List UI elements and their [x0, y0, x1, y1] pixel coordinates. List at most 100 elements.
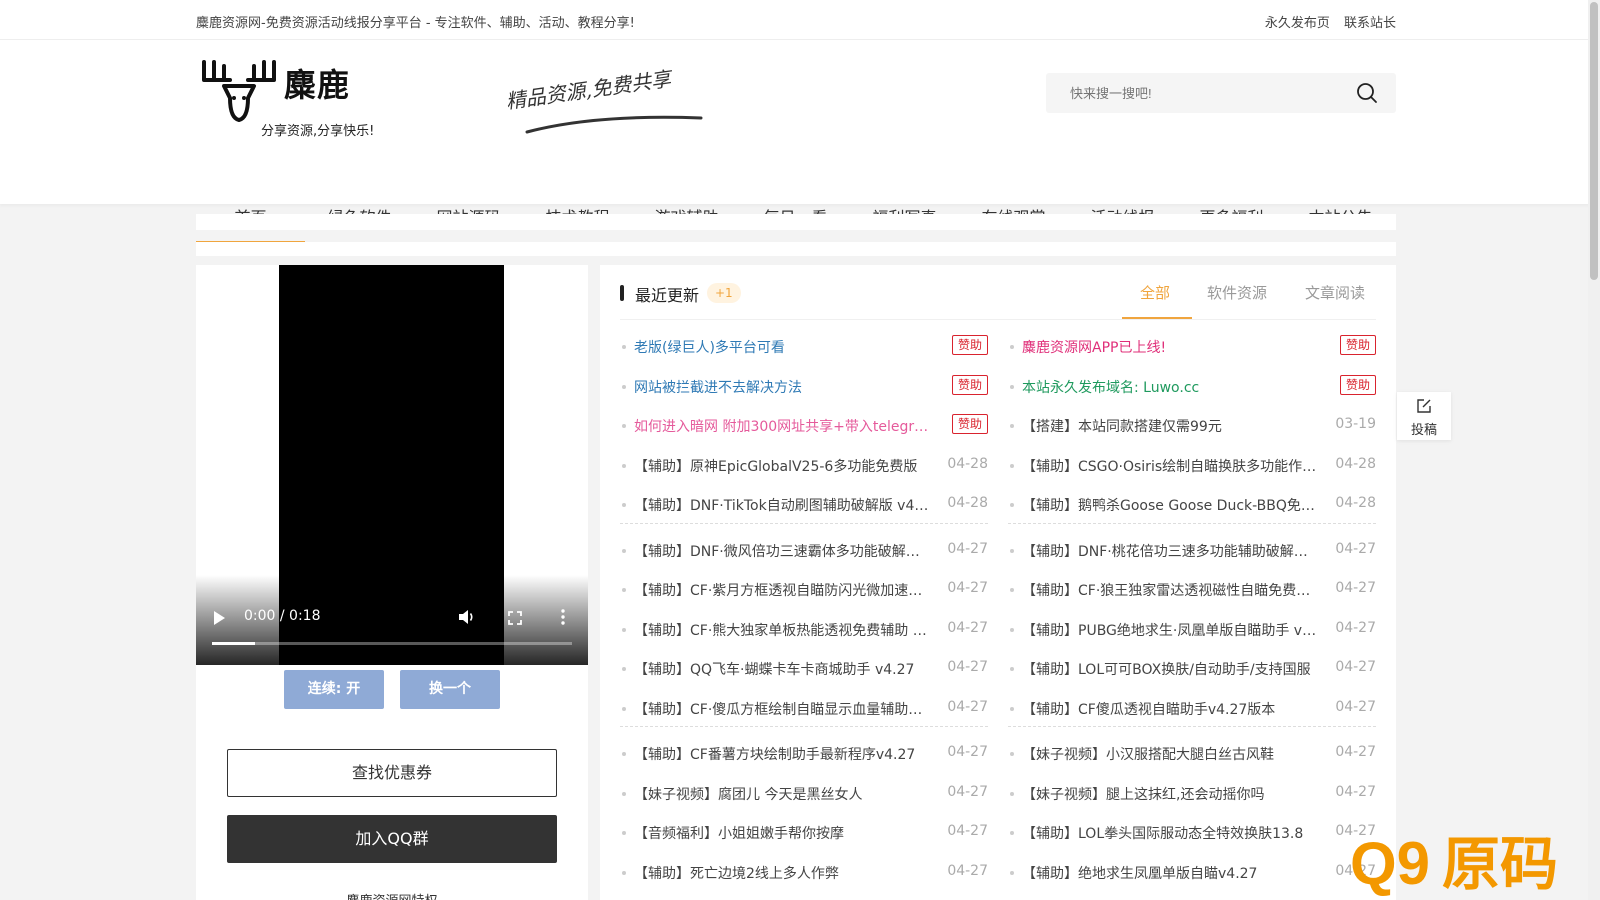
list-item-date: 04-28: [1335, 455, 1376, 472]
title-marker: [620, 285, 624, 301]
list-item[interactable]: 【辅助】绝地求生凤凰单版自瞄v4.27 04-27: [1008, 853, 1376, 893]
next-video-button[interactable]: 换一个: [400, 670, 500, 709]
search-box: [1046, 73, 1396, 113]
tab-software[interactable]: 软件资源: [1207, 282, 1267, 303]
search-input[interactable]: [1046, 73, 1346, 113]
search-icon[interactable]: [1356, 82, 1378, 104]
submit-post-button[interactable]: 投稿: [1397, 392, 1451, 440]
play-icon[interactable]: [214, 611, 225, 625]
list-item-title[interactable]: 【妹子视频】小汉服搭配大腿白丝古风鞋: [1022, 744, 1317, 764]
contact-admin-link[interactable]: 联系站长: [1344, 16, 1396, 31]
list-item-title[interactable]: 【辅助】DNF·TikTok自动刷图辅助破解版 v4.28: [634, 495, 929, 515]
list-item-date: 04-27: [1335, 540, 1376, 557]
site-logo[interactable]: 麋鹿 分享资源,分享快乐!: [200, 58, 390, 139]
list-item-title[interactable]: 【音频福利】小姐姐嫩手帮你按摩: [634, 823, 929, 843]
bullet-icon: [622, 384, 626, 389]
list-item-title[interactable]: 【妹子视频】腿上这抹红,还会动摇你吗: [1022, 784, 1317, 804]
watermark-logo: Q9 原码: [1350, 822, 1590, 900]
bullet-icon: [622, 667, 626, 671]
list-item[interactable]: 【辅助】LOL拳头国际服动态全特效换肤13.8 04-27: [1008, 813, 1376, 853]
list-item-title[interactable]: 【辅助】原神EpicGlobalV25-6多功能免费版: [634, 456, 929, 476]
video-player[interactable]: 0:00 / 0:18: [196, 265, 588, 665]
list-item-title[interactable]: 本站永久发布域名: Luwo.cc: [1022, 377, 1317, 397]
continuous-play-button[interactable]: 连续: 开: [284, 670, 384, 709]
volume-icon[interactable]: [458, 609, 476, 629]
list-item-title[interactable]: 【辅助】QQ飞车·蝴蝶卡车卡商城助手 v4.27: [634, 659, 929, 679]
bullet-icon: [1010, 870, 1014, 875]
list-item[interactable]: 网站被拦截进不去解决方法 赞助: [620, 367, 988, 407]
list-item-title[interactable]: 【辅助】LOL拳头国际服动态全特效换肤13.8: [1022, 823, 1317, 843]
list-item-date: 04-27: [1335, 659, 1376, 675]
list-item-title[interactable]: 【辅助】LOL可可BOX换肤/自动助手/支持国服: [1022, 659, 1317, 679]
list-item[interactable]: 如何进入暗网 附加300网址共享+带入telegram 赞助: [620, 406, 988, 446]
list-item-title[interactable]: 【辅助】死亡边境2线上多人作弊: [634, 863, 929, 883]
bullet-icon: [622, 870, 626, 875]
video-progress-fill: [212, 642, 256, 645]
list-item-date: 04-27: [947, 540, 988, 557]
list-item-title[interactable]: 【辅助】鹅鸭杀Goose Goose Duck-BBQ免费辅助: [1022, 495, 1317, 515]
list-item-title[interactable]: 【搭建】本站同款搭建仅需99元: [1022, 416, 1317, 436]
list-item[interactable]: 本站永久发布域名: Luwo.cc 赞助: [1008, 367, 1376, 407]
list-item[interactable]: 【辅助】CF番薯方块绘制助手最新程序v4.27 04-27: [620, 734, 988, 774]
list-item-title[interactable]: 麋鹿资源网APP已上线!: [1022, 337, 1317, 357]
tab-all[interactable]: 全部: [1140, 282, 1170, 303]
list-item[interactable]: 【辅助】QQ飞车·蝴蝶卡车卡商城助手 v4.27 04-27: [620, 649, 988, 689]
list-item-title[interactable]: 网站被拦截进不去解决方法: [634, 377, 929, 397]
bullet-icon: [1010, 503, 1014, 507]
bullet-icon: [1010, 831, 1014, 835]
permanent-page-link[interactable]: 永久发布页: [1265, 16, 1330, 31]
list-item[interactable]: 【辅助】死亡边境2线上多人作弊 04-27: [620, 853, 988, 893]
list-item[interactable]: 【辅助】CF傻瓜透视自瞄助手v4.27版本 04-27: [1008, 689, 1376, 729]
panel-title: 最近更新: [635, 286, 700, 305]
list-item-title[interactable]: 【辅助】DNF·微风倍功三速霸体多功能破解版v4.27: [634, 541, 929, 561]
list-item[interactable]: 【辅助】LOL可可BOX换肤/自动助手/支持国服 04-27: [1008, 649, 1376, 689]
list-item-date: 04-27: [1335, 619, 1376, 636]
list-item[interactable]: 【妹子视频】小汉服搭配大腿白丝古风鞋 04-27: [1008, 734, 1376, 774]
find-coupon-button[interactable]: 查找优惠券: [227, 749, 557, 797]
list-item-date: 04-27: [1335, 783, 1376, 800]
video-progress-bar[interactable]: [212, 642, 572, 645]
list-item-title[interactable]: 【辅助】CF·傻瓜方框绘制自瞄显示血量辅助v4.27: [634, 699, 929, 719]
more-options-icon[interactable]: [560, 609, 566, 629]
list-item[interactable]: 【辅助】CF·熊大独家单板热能透视免费辅助 v4.27 04-27: [620, 610, 988, 650]
slogan-script: 精品资源,免费共享: [504, 66, 673, 114]
list-item-title[interactable]: 老版(绿巨人)多平台可看: [634, 337, 929, 357]
list-item-title[interactable]: 【辅助】绝地求生凤凰单版自瞄v4.27: [1022, 863, 1317, 883]
list-item[interactable]: 【音频福利】小姐姐嫩手帮你按摩 04-27: [620, 813, 988, 853]
list-item-date: 04-27: [947, 823, 988, 839]
list-item[interactable]: 【妹子视频】腐团儿 今天是黑丝女人 04-27: [620, 774, 988, 814]
scrollbar-thumb[interactable]: [1590, 2, 1598, 280]
list-item[interactable]: 老版(绿巨人)多平台可看 赞助: [620, 327, 988, 367]
list-item-title[interactable]: 【辅助】CF番薯方块绘制助手最新程序v4.27: [634, 744, 929, 764]
list-item-title[interactable]: 【辅助】CF·紫月方框透视自瞄防闪光微加速v4.27: [634, 580, 929, 600]
list-item[interactable]: 【辅助】原神EpicGlobalV25-6多功能免费版 04-28: [620, 446, 988, 486]
list-item-title[interactable]: 【辅助】CSGO·Osiris绘制自瞄换肤多功能作弊v4.28: [1022, 456, 1317, 476]
list-item[interactable]: 【辅助】PUBG绝地求生·凤凰单版自瞄助手 v4.27 04-27: [1008, 610, 1376, 650]
list-item[interactable]: 【妹子视频】腿上这抹红,还会动摇你吗 04-27: [1008, 774, 1376, 814]
list-item[interactable]: 【搭建】本站同款搭建仅需99元 03-19: [1008, 406, 1376, 446]
list-item[interactable]: 【辅助】鹅鸭杀Goose Goose Duck-BBQ免费辅助 04-28: [1008, 485, 1376, 525]
list-item-title[interactable]: 【辅助】DNF·桃花倍功三速多功能辅助破解版v4.27: [1022, 541, 1317, 561]
update-count-badge: +1: [707, 283, 741, 303]
join-qq-group-button[interactable]: 加入QQ群: [227, 815, 557, 863]
list-item[interactable]: 【辅助】CF·狼王独家雷达透视磁性自瞄免费辅助 04-27: [1008, 570, 1376, 610]
bullet-icon: [622, 503, 626, 507]
list-item-title[interactable]: 【妹子视频】腐团儿 今天是黑丝女人: [634, 784, 929, 804]
list-item-title[interactable]: 如何进入暗网 附加300网址共享+带入telegram: [634, 416, 929, 436]
page-scrollbar[interactable]: [1588, 0, 1600, 900]
list-item[interactable]: 麋鹿资源网APP已上线! 赞助: [1008, 327, 1376, 367]
list-item-title[interactable]: 【辅助】CF傻瓜透视自瞄助手v4.27版本: [1022, 699, 1317, 719]
list-item[interactable]: 【辅助】CF·傻瓜方框绘制自瞄显示血量辅助v4.27 04-27: [620, 689, 988, 729]
list-item-title[interactable]: 【辅助】PUBG绝地求生·凤凰单版自瞄助手 v4.27: [1022, 620, 1317, 640]
list-item[interactable]: 【辅助】DNF·桃花倍功三速多功能辅助破解版v4.27 04-27: [1008, 531, 1376, 571]
list-item[interactable]: 【辅助】CF·紫月方框透视自瞄防闪光微加速v4.27 04-27: [620, 570, 988, 610]
watermark-graphic: Q9 原码: [1350, 830, 1558, 898]
fullscreen-icon[interactable]: [508, 610, 522, 629]
list-item[interactable]: 【辅助】DNF·TikTok自动刷图辅助破解版 v4.28 04-28: [620, 485, 988, 525]
tab-articles[interactable]: 文章阅读: [1305, 282, 1365, 303]
list-item[interactable]: 【辅助】DNF·微风倍功三速霸体多功能破解版v4.27 04-27: [620, 531, 988, 571]
list-item[interactable]: 【辅助】CSGO·Osiris绘制自瞄换肤多功能作弊v4.28 04-28: [1008, 446, 1376, 486]
list-item-title[interactable]: 【辅助】CF·狼王独家雷达透视磁性自瞄免费辅助: [1022, 580, 1317, 600]
list-item-title[interactable]: 【辅助】CF·熊大独家单板热能透视免费辅助 v4.27: [634, 620, 929, 640]
bullet-icon: [622, 627, 626, 632]
